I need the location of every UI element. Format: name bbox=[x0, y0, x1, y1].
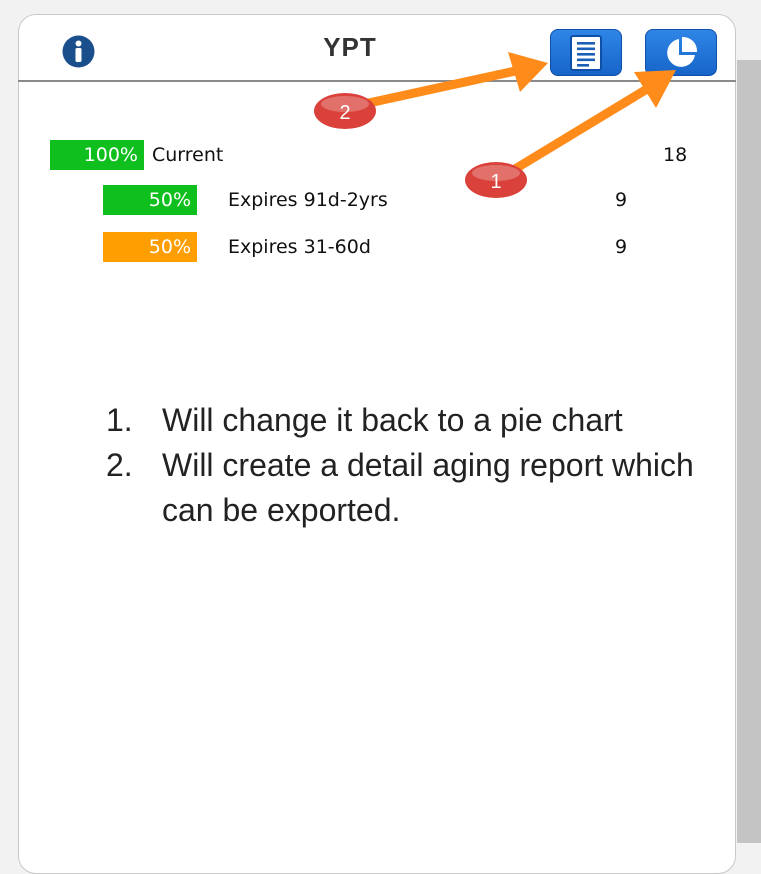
note-number: 1. bbox=[106, 402, 133, 438]
note-text: Will create a detail aging report which … bbox=[162, 447, 694, 528]
note-number: 2. bbox=[106, 447, 133, 483]
note-item: 1. Will change it back to a pie chart bbox=[106, 398, 706, 443]
callout-badge-2: 2 bbox=[314, 93, 376, 129]
note-text: Will change it back to a pie chart bbox=[162, 402, 623, 438]
svg-text:2: 2 bbox=[339, 102, 350, 124]
instruction-notes: 1. Will change it back to a pie chart 2.… bbox=[106, 398, 706, 533]
callout-badge-1: 1 bbox=[465, 162, 527, 198]
arrow-to-detail-button bbox=[350, 52, 548, 111]
arrow-to-chart-button bbox=[505, 70, 676, 177]
note-item: 2. Will create a detail aging report whi… bbox=[106, 443, 706, 533]
svg-text:1: 1 bbox=[490, 171, 501, 193]
